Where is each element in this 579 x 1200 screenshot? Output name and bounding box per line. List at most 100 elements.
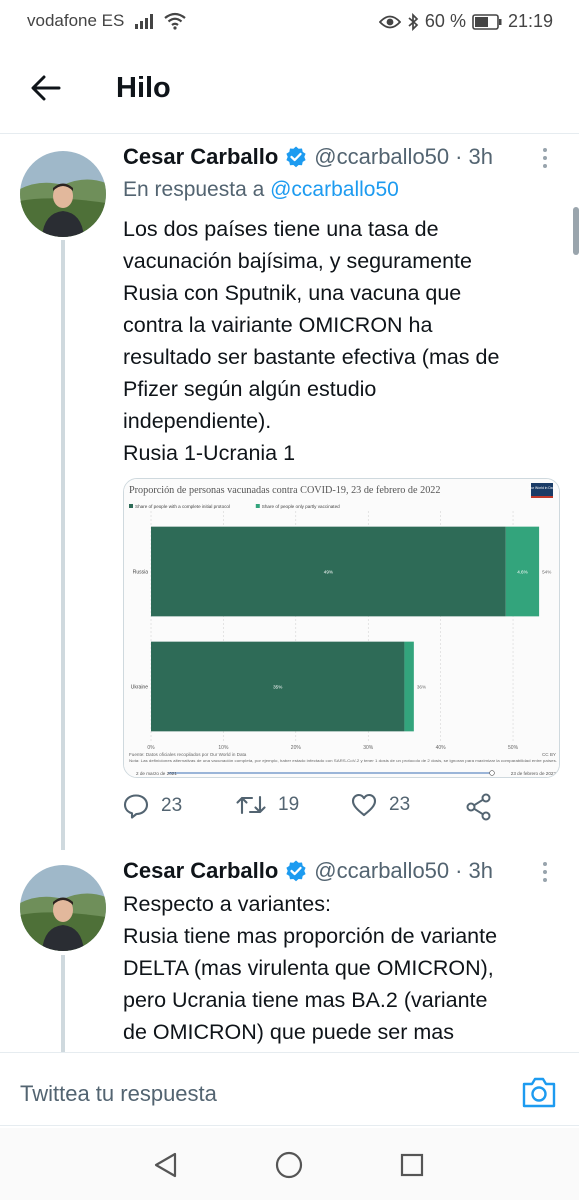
tweet-text-line: Rusia tiene mas proporción de variante (123, 924, 498, 948)
battery-icon (472, 13, 502, 30)
system-nav-bar (0, 1128, 579, 1200)
reply-count: 23 (161, 795, 183, 816)
reply-input[interactable]: Twittea tu respuesta (20, 1081, 217, 1107)
author-handle[interactable]: @ccarballo50 (314, 144, 449, 170)
tweet-text-line: contra la vairiante OMICRON ha (123, 313, 433, 337)
nav-back-button[interactable] (150, 1150, 180, 1180)
avatar[interactable] (20, 865, 106, 951)
tweet-header: Cesar Carballo @ccarballo50 · 3h (123, 858, 493, 884)
reply-icon (123, 794, 149, 819)
x-tick-label: 30% (363, 745, 374, 751)
thread-line (61, 240, 65, 850)
owid-logo: Our World in Data (528, 483, 556, 498)
x-tick-label: 0% (147, 745, 155, 751)
scrollbar-thumb[interactable] (573, 207, 579, 255)
x-tick-label: 40% (436, 745, 447, 751)
tweet-text-line: vacunación bajísima, y seguramente (123, 249, 472, 273)
meta-separator: · (455, 858, 463, 883)
author-name[interactable]: Cesar Carballo (123, 144, 278, 170)
bar-value-label: 49% (324, 570, 333, 575)
nav-recents-button[interactable] (397, 1150, 427, 1180)
x-tick-label: 50% (508, 745, 519, 751)
triangle-back-icon (154, 1152, 177, 1178)
tweet-text-line: Rusia 1-Ucrania 1 (123, 441, 296, 465)
tweet-text-line: Los dos países tiene una tasa de (123, 217, 439, 241)
author-handle[interactable]: @ccarballo50 (314, 858, 449, 884)
retweet-count: 19 (278, 794, 300, 815)
tweet-media-chart[interactable]: Proporción de personas vacunadas contra … (123, 478, 560, 778)
reply-prefix: En respuesta a (123, 178, 265, 201)
verified-badge-icon (284, 145, 308, 169)
status-left: vodafone ES (27, 11, 187, 31)
page-title: Hilo (116, 72, 171, 104)
header-divider (0, 133, 579, 134)
heart-icon (351, 793, 377, 817)
thread-header: Hilo (0, 56, 579, 126)
camera-button[interactable] (521, 1075, 557, 1109)
clock: 21:19 (507, 11, 553, 31)
square-recents-icon (400, 1153, 424, 1177)
legend-swatch (255, 504, 260, 508)
x-tick-label: 10% (218, 745, 229, 751)
legend-swatch (129, 504, 133, 508)
tweet-time[interactable]: 3h (468, 858, 492, 884)
bar-value-label: 4.6% (517, 570, 527, 575)
avatar[interactable] (20, 151, 106, 237)
bar-segment (404, 641, 414, 732)
bar-value-label: 35% (273, 685, 282, 690)
author-name[interactable]: Cesar Carballo (123, 858, 278, 884)
chart-svg: Proporción de personas vacunadas contra … (124, 479, 559, 777)
tweet-text-line: de OMICRON) que puede ser mas (123, 1020, 454, 1044)
camera-icon (522, 1077, 556, 1108)
battery-percent: 60 % (424, 11, 466, 31)
category-label: Russia (133, 570, 149, 576)
thread-line (61, 955, 65, 1052)
timeline-end: 23 de febrero de 2022 (511, 771, 557, 776)
tweet-actions: 23 19 23 (123, 793, 563, 827)
arrow-left-icon (31, 75, 61, 101)
reply-button[interactable]: 23 (123, 793, 182, 819)
wifi-icon (164, 12, 187, 30)
tweet-text-line: DELTA (mas virulenta que OMICRON), (123, 956, 494, 980)
status-bar: vodafone ES 60 % 21:19 (0, 0, 579, 44)
more-options-button[interactable] (533, 143, 557, 173)
bluetooth-icon (407, 12, 419, 31)
tweet-text: Los dos países tiene una tasa de vacunac… (123, 213, 563, 469)
timeline-start: 2 de marzo de 2021 (136, 771, 177, 776)
tweet-text-line: resultado ser bastante efectiva (mas de (123, 345, 500, 369)
chart-source: Fuente: Datos oficiales recopilados por … (129, 752, 247, 757)
chart-license: CC BY (542, 752, 556, 757)
eye-icon (378, 14, 401, 30)
tweet-time[interactable]: 3h (468, 144, 492, 170)
tweet-text-line: Rusia con Sputnik, una vacuna que (123, 281, 462, 305)
back-button[interactable] (28, 70, 64, 106)
meta-separator: · (455, 144, 463, 169)
timeline-handle[interactable] (489, 770, 495, 776)
tweet-text-line: Respecto a variantes: (123, 892, 331, 916)
reply-handle-link[interactable]: @ccarballo50 (270, 178, 399, 201)
share-icon (466, 793, 491, 821)
tweet-header: Cesar Carballo @ccarballo50 · 3h (123, 144, 493, 170)
tweet-text: Respecto a variantes: Rusia tiene mas pr… (123, 888, 563, 1052)
retweet-icon (236, 795, 266, 815)
x-tick-label: 20% (291, 745, 302, 751)
carrier-label: vodafone ES (27, 11, 125, 30)
chart-note: Nota: Las definiciones alternativas de u… (129, 759, 557, 763)
reply-bar: Twittea tu respuesta (0, 1052, 579, 1126)
tweet-text-line: pero Ucrania tiene mas BA.2 (variante (123, 988, 488, 1012)
legend-label: Share of people only partly vaccinated (262, 504, 340, 509)
category-label: Ukraine (131, 685, 148, 691)
circle-home-icon (275, 1151, 303, 1179)
retweet-button[interactable]: 19 (236, 793, 299, 817)
tweet-text-line: independiente). (123, 409, 272, 433)
owid-logo-text: Our World in Data (528, 486, 555, 490)
legend-label: Share of people with a complete initial … (135, 504, 230, 509)
share-button[interactable] (466, 793, 492, 821)
chart-title: Proporción de personas vacunadas contra … (129, 485, 440, 496)
tweet-text-line: Pfizer según algún estudio (123, 377, 377, 401)
bar-total-label: 54% (542, 570, 551, 575)
more-options-button[interactable] (533, 857, 557, 887)
like-button[interactable]: 23 (351, 793, 410, 817)
nav-home-button[interactable] (274, 1150, 304, 1180)
like-count: 23 (389, 794, 411, 815)
